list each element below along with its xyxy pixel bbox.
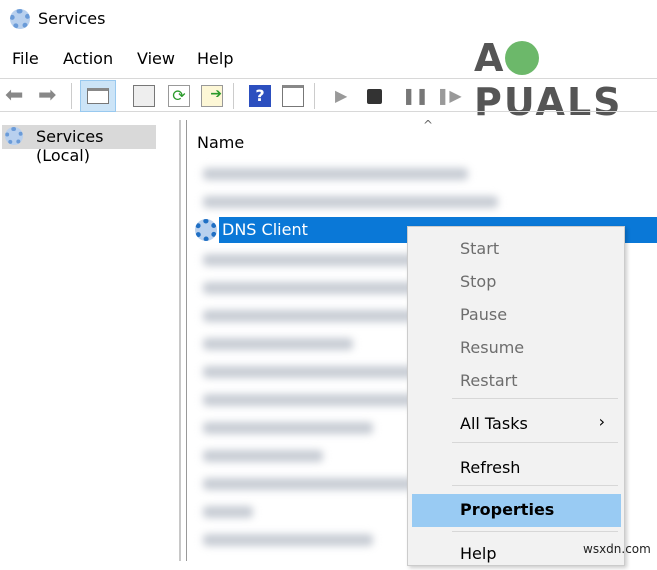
menu-view[interactable]: View bbox=[137, 49, 175, 68]
menu-item-stop: Stop bbox=[460, 272, 497, 291]
window-title: Services bbox=[38, 9, 106, 28]
refresh-icon[interactable]: ⟳ bbox=[168, 85, 190, 107]
site-watermark: wsxdn.com bbox=[583, 542, 651, 556]
toolbar: ⬅ ➡ ⟳ ➔ ? ▶ ❚❚ ❚▶ bbox=[0, 78, 657, 112]
back-arrow-icon[interactable]: ⬅ bbox=[5, 85, 27, 107]
menu-item-pause: Pause bbox=[460, 305, 508, 324]
start-icon[interactable]: ▶ bbox=[335, 85, 357, 107]
action-pane-icon[interactable] bbox=[282, 85, 304, 107]
menu-action[interactable]: Action bbox=[63, 49, 113, 68]
menu-item-restart: Restart bbox=[460, 371, 518, 390]
properties-icon[interactable] bbox=[133, 85, 155, 107]
context-menu: Start Stop Pause Resume Restart All Task… bbox=[407, 226, 625, 566]
submenu-arrow-icon: › bbox=[598, 412, 605, 431]
menu-item-resume: Resume bbox=[460, 338, 525, 357]
menu-item-start: Start bbox=[460, 239, 500, 258]
pause-icon[interactable]: ❚❚ bbox=[402, 85, 429, 107]
stop-icon[interactable] bbox=[367, 89, 382, 104]
service-gear-icon bbox=[195, 219, 217, 241]
resume-icon[interactable]: ❚▶ bbox=[436, 85, 462, 107]
menu-item-refresh[interactable]: Refresh bbox=[412, 452, 621, 484]
column-header-name[interactable]: Name bbox=[197, 133, 244, 152]
services-gear-icon bbox=[10, 9, 30, 29]
menu-file[interactable]: File bbox=[12, 49, 39, 68]
menu-item-all-tasks[interactable]: All Tasks › bbox=[412, 408, 621, 440]
sort-ascending-icon: ^ bbox=[423, 118, 434, 132]
tree-pane: Services (Local) bbox=[0, 120, 181, 561]
help-icon[interactable]: ? bbox=[249, 85, 271, 107]
menu-bar: File Action View Help bbox=[0, 49, 657, 73]
console-tree-button[interactable] bbox=[80, 80, 116, 112]
menu-help[interactable]: Help bbox=[197, 49, 233, 68]
menu-item-properties[interactable]: Properties bbox=[412, 494, 621, 527]
forward-arrow-icon[interactable]: ➡ bbox=[38, 85, 60, 107]
export-list-icon[interactable]: ➔ bbox=[201, 85, 223, 107]
tree-item-services-local[interactable]: Services (Local) bbox=[2, 125, 156, 165]
